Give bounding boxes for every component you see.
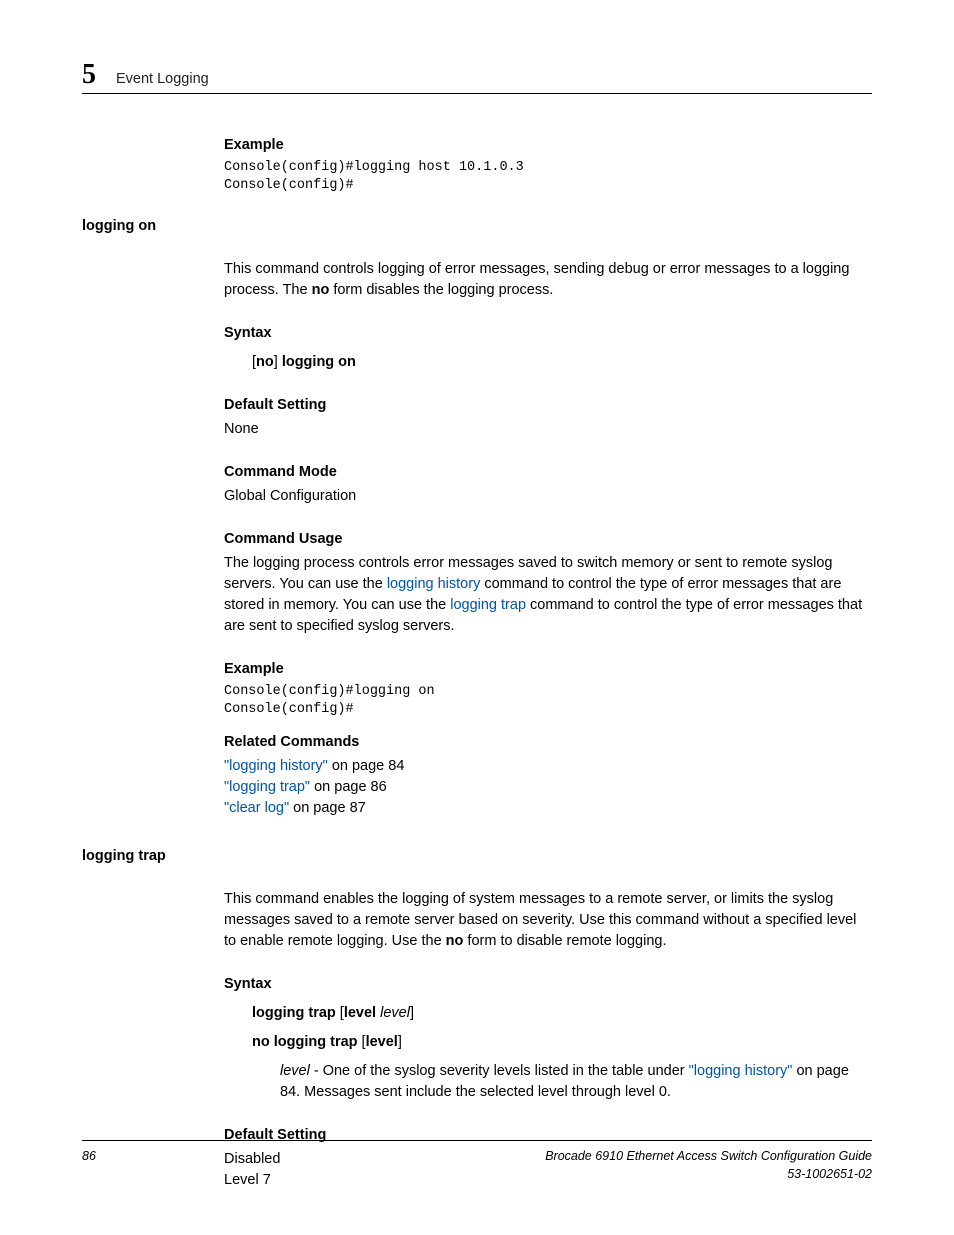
syntax-heading: Syntax (224, 323, 872, 344)
related-item: "logging history" on page 84 (224, 756, 872, 777)
syntax-line: no logging trap [level] (252, 1032, 872, 1053)
related-heading: Related Commands (224, 732, 872, 753)
link-logging-history[interactable]: logging history (387, 576, 481, 592)
command-heading-logging-on: logging on (82, 216, 872, 237)
syntax-line: logging trap [level level] (252, 1003, 872, 1024)
intro-text: form disables the logging process. (329, 282, 553, 298)
command-text: logging on (282, 354, 356, 370)
related-item: "logging trap" on page 86 (224, 777, 872, 798)
mode-heading: Command Mode (224, 462, 872, 483)
page-header: 5 Event Logging (82, 55, 209, 96)
command-mode-block: Command Mode Global Configuration (224, 462, 872, 507)
link-logging-trap[interactable]: logging trap (450, 597, 526, 613)
example-block: Example Console(config)#logging host 10.… (224, 135, 872, 194)
example-code: Console(config)#logging host 10.1.0.3 Co… (224, 159, 872, 194)
header-rule (82, 93, 872, 94)
example-code: Console(config)#logging on Console(confi… (224, 683, 872, 718)
default-value: None (224, 419, 872, 440)
page-number: 86 (82, 1147, 96, 1165)
chapter-title: Event Logging (116, 69, 209, 90)
example-heading: Example (224, 135, 872, 156)
usage-text: The logging process controls error messa… (224, 553, 872, 637)
no-keyword: no (446, 933, 464, 949)
default-setting-block: Default Setting None (224, 395, 872, 440)
page-content: Example Console(config)#logging host 10.… (82, 135, 872, 1191)
syntax-block: Syntax logging trap [level level] no log… (224, 974, 872, 1103)
footer-right: Brocade 6910 Ethernet Access Switch Conf… (545, 1147, 872, 1183)
page-footer: 86 Brocade 6910 Ethernet Access Switch C… (82, 1140, 872, 1183)
link-logging-history[interactable]: "logging history" (224, 758, 328, 774)
syntax-line: [no] logging on (252, 352, 872, 373)
link-logging-history[interactable]: "logging history" (689, 1063, 793, 1079)
default-heading: Default Setting (224, 395, 872, 416)
bracket: ] (274, 354, 282, 370)
doc-number: 53-1002651-02 (545, 1165, 872, 1183)
related-item: "clear log" on page 87 (224, 798, 872, 819)
link-logging-trap[interactable]: "logging trap" (224, 779, 310, 795)
syntax-description: level - One of the syslog severity level… (280, 1061, 872, 1103)
chapter-number: 5 (82, 55, 96, 96)
no-keyword: no (256, 354, 274, 370)
doc-title: Brocade 6910 Ethernet Access Switch Conf… (545, 1147, 872, 1165)
example-heading: Example (224, 659, 872, 680)
command-usage-block: Command Usage The logging process contro… (224, 529, 872, 637)
mode-value: Global Configuration (224, 486, 872, 507)
syntax-heading: Syntax (224, 974, 872, 995)
syntax-block: Syntax [no] logging on (224, 323, 872, 373)
example-block: Example Console(config)#logging on Conso… (224, 659, 872, 718)
usage-heading: Command Usage (224, 529, 872, 550)
logging-on-intro: This command controls logging of error m… (224, 259, 872, 301)
no-keyword: no (312, 282, 330, 298)
related-commands-block: Related Commands "logging history" on pa… (224, 732, 872, 819)
command-heading-logging-trap: logging trap (82, 846, 872, 867)
link-clear-log[interactable]: "clear log" (224, 800, 289, 816)
logging-trap-intro: This command enables the logging of syst… (224, 889, 872, 952)
